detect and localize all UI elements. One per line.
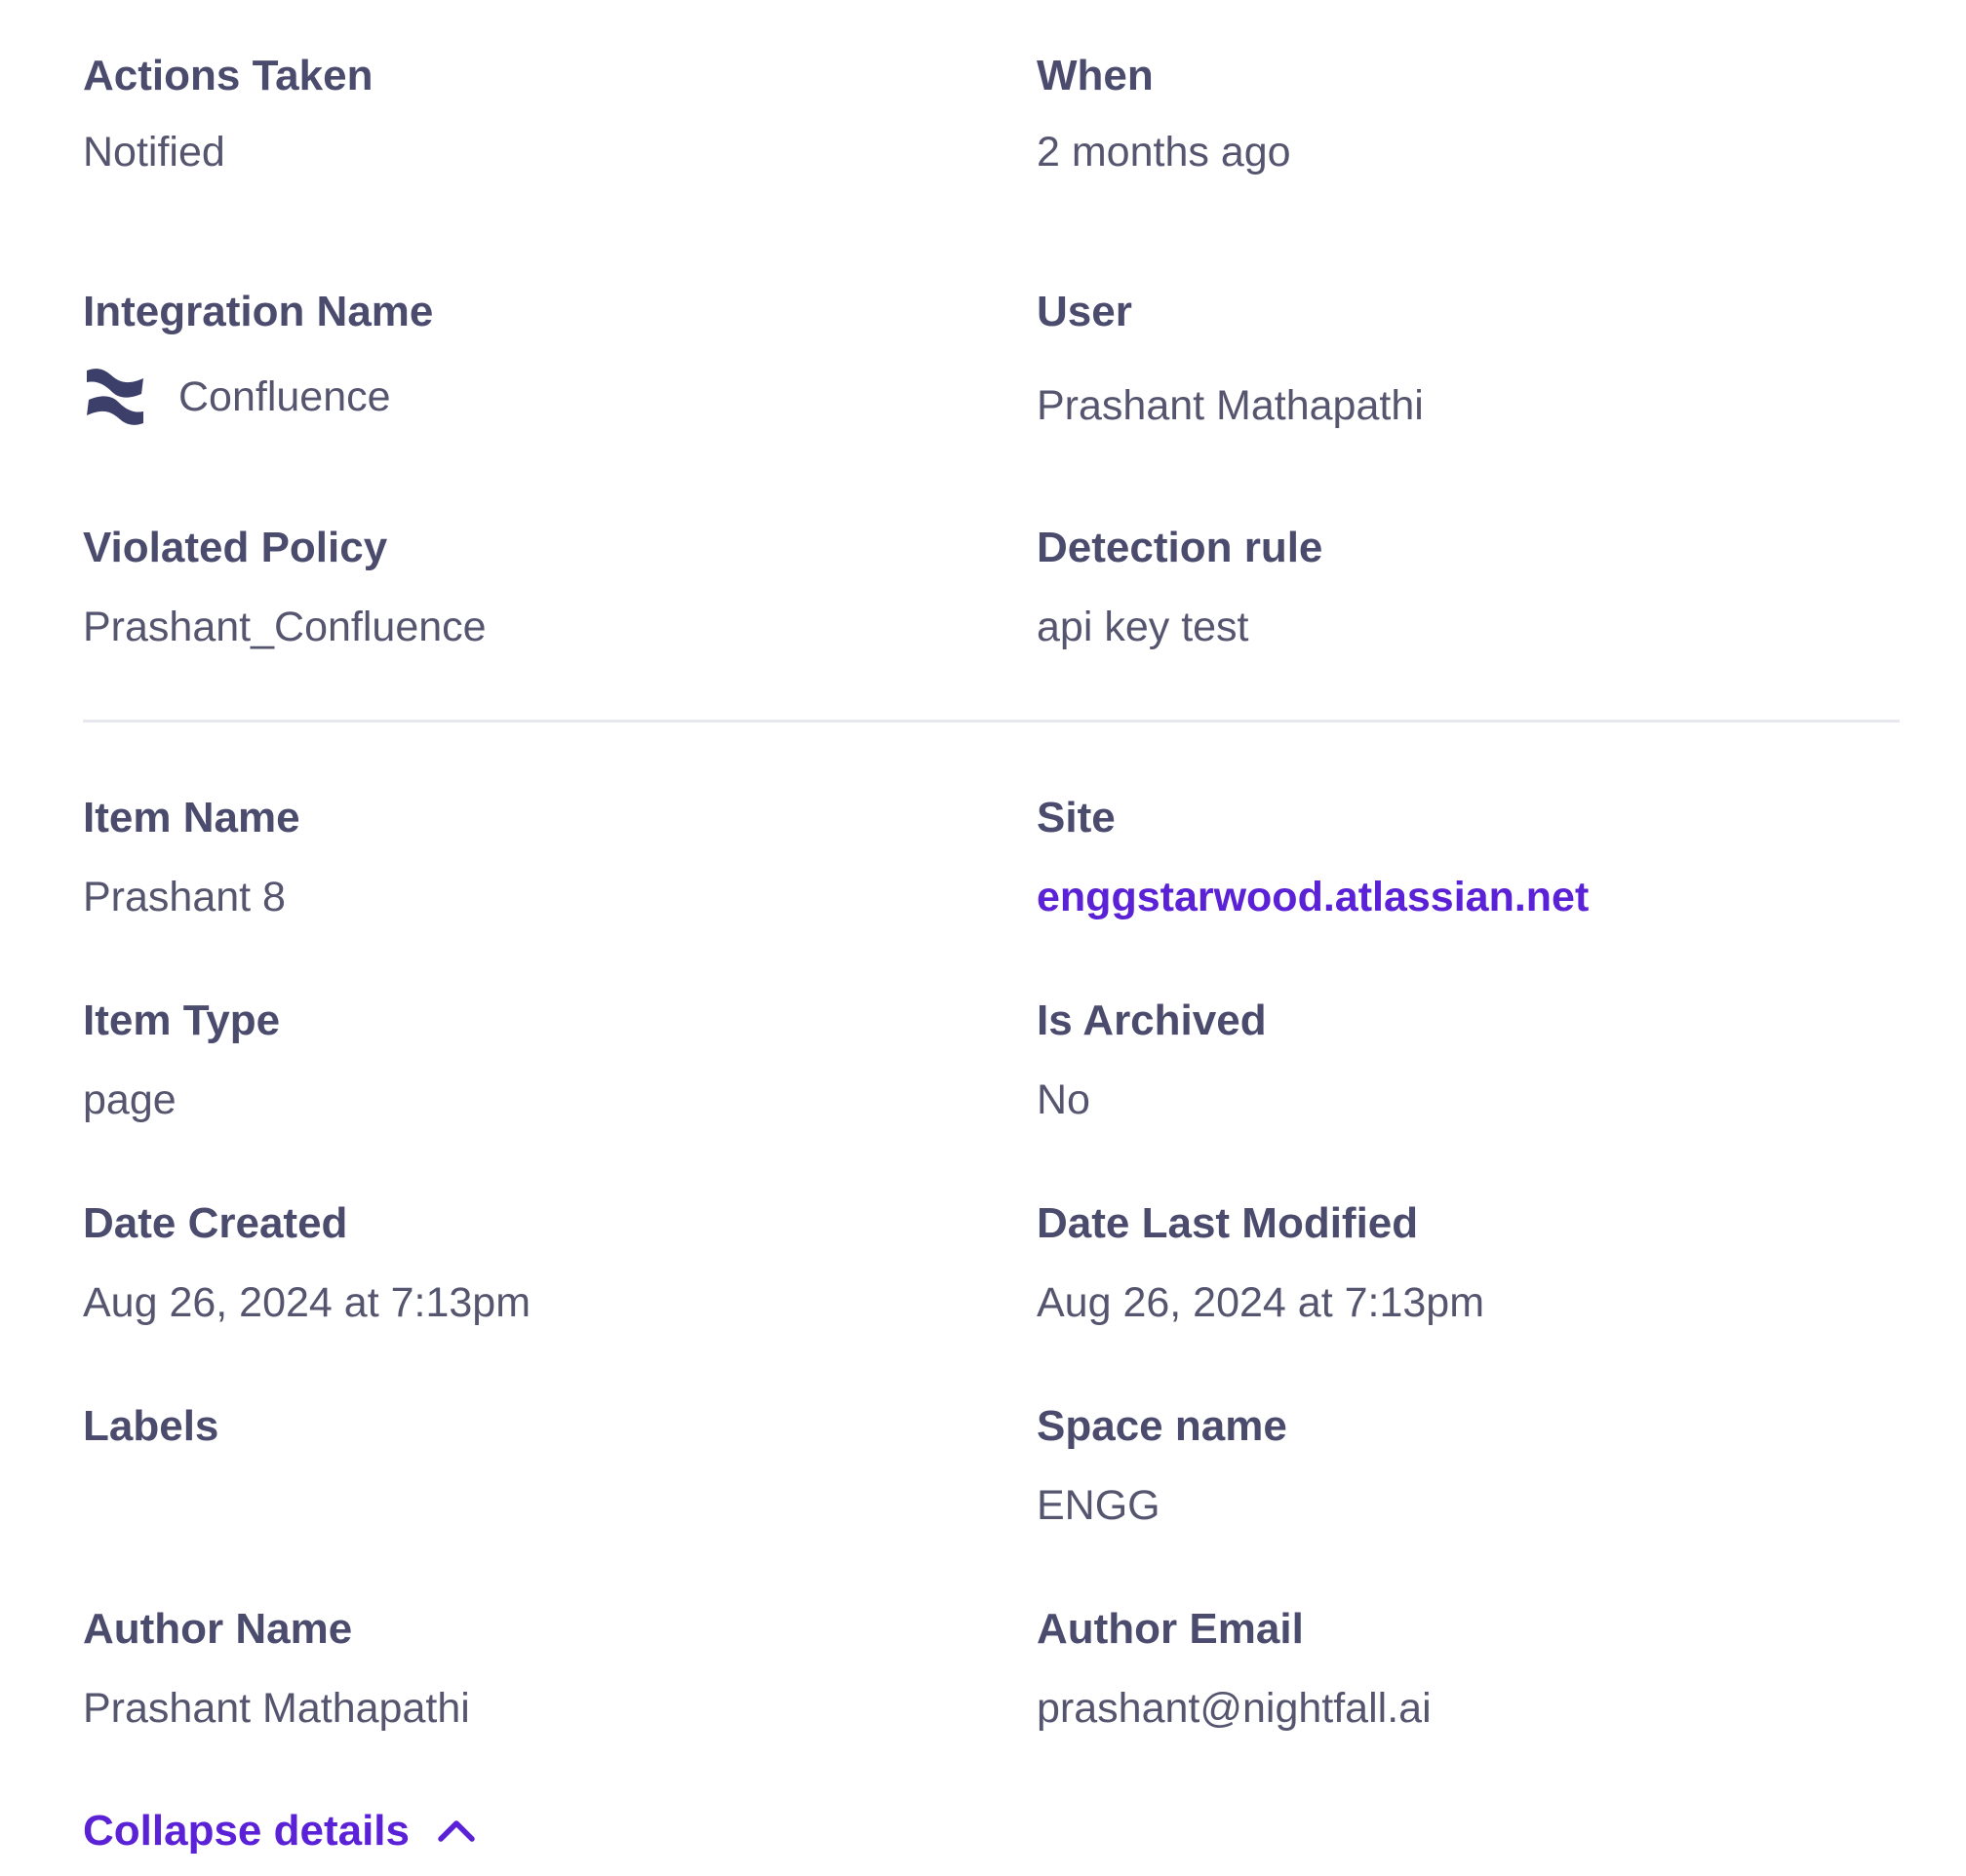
site-link[interactable]: enggstarwood.atlassian.net xyxy=(1037,872,1589,922)
is-archived-label: Is Archived xyxy=(1037,997,1267,1044)
actions-taken-value: Notified xyxy=(83,129,225,176)
is-archived-field: Is Archived No xyxy=(1037,996,1267,1125)
detection-rule-value: api key test xyxy=(1037,604,1249,650)
item-type-label: Item Type xyxy=(83,997,281,1044)
integration-name-field: Integration Name Confluence xyxy=(83,287,433,429)
violated-policy-label: Violated Policy xyxy=(83,524,388,571)
user-value: Prashant Mathapathi xyxy=(1037,382,1424,429)
date-created-value: Aug 26, 2024 at 7:13pm xyxy=(83,1279,531,1326)
space-name-field: Space name ENGG xyxy=(1037,1401,1287,1531)
item-name-value: Prashant 8 xyxy=(83,874,286,920)
date-last-modified-label: Date Last Modified xyxy=(1037,1199,1419,1247)
author-name-label: Author Name xyxy=(83,1605,353,1653)
site-label: Site xyxy=(1037,794,1116,841)
labels-label: Labels xyxy=(83,1402,219,1450)
chevron-up-icon xyxy=(435,1810,478,1853)
author-email-label: Author Email xyxy=(1037,1605,1304,1653)
is-archived-value: No xyxy=(1037,1076,1090,1123)
item-name-label: Item Name xyxy=(83,794,300,841)
actions-taken-label: Actions Taken xyxy=(83,52,374,99)
author-email-value: prashant@nightfall.ai xyxy=(1037,1685,1432,1732)
when-field: When 2 months ago xyxy=(1037,51,1291,177)
date-created-field: Date Created Aug 26, 2024 at 7:13pm xyxy=(83,1198,531,1328)
integration-name-label: Integration Name xyxy=(83,288,434,335)
author-name-value: Prashant Mathapathi xyxy=(83,1685,470,1732)
collapse-details-label: Collapse details xyxy=(83,1807,411,1855)
when-label: When xyxy=(1037,52,1154,99)
detection-rule-label: Detection rule xyxy=(1037,524,1323,571)
section-divider xyxy=(83,720,1900,723)
incident-details-panel: Actions Taken Notified When 2 months ago… xyxy=(0,0,1966,1876)
confluence-logo-icon xyxy=(83,365,147,429)
author-email-field: Author Email prashant@nightfall.ai xyxy=(1037,1604,1432,1734)
item-type-field: Item Type page xyxy=(83,996,280,1125)
labels-field: Labels xyxy=(83,1401,218,1480)
user-label: User xyxy=(1037,288,1132,335)
integration-name-value: Confluence xyxy=(178,373,391,420)
site-field: Site enggstarwood.atlassian.net xyxy=(1037,793,1589,922)
user-field: User Prashant Mathapathi xyxy=(1037,287,1424,431)
collapse-details-button[interactable]: Collapse details xyxy=(83,1806,478,1856)
integration-name-row: Confluence xyxy=(83,365,433,429)
violated-policy-value: Prashant_Confluence xyxy=(83,604,487,650)
date-last-modified-field: Date Last Modified Aug 26, 2024 at 7:13p… xyxy=(1037,1198,1484,1328)
violated-policy-field: Violated Policy Prashant_Confluence xyxy=(83,523,487,652)
date-created-label: Date Created xyxy=(83,1199,348,1247)
author-name-field: Author Name Prashant Mathapathi xyxy=(83,1604,470,1734)
space-name-value: ENGG xyxy=(1037,1482,1160,1529)
date-last-modified-value: Aug 26, 2024 at 7:13pm xyxy=(1037,1279,1485,1326)
item-name-field: Item Name Prashant 8 xyxy=(83,793,300,922)
actions-taken-field: Actions Taken Notified xyxy=(83,51,373,177)
item-type-value: page xyxy=(83,1076,177,1123)
detection-rule-field: Detection rule api key test xyxy=(1037,523,1322,652)
space-name-label: Space name xyxy=(1037,1402,1287,1450)
when-value: 2 months ago xyxy=(1037,129,1291,176)
